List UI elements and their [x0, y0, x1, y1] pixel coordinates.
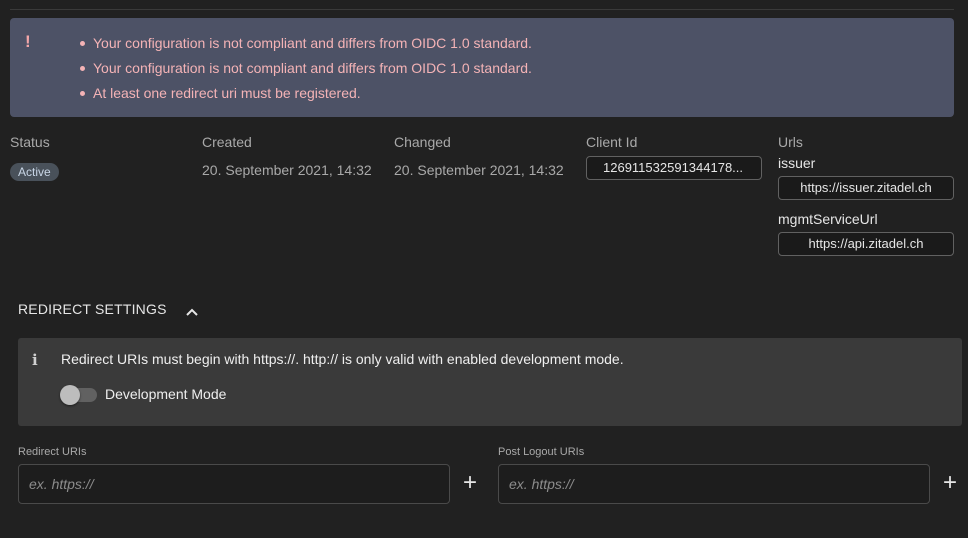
changed-column: Changed 20. September 2021, 14:32	[394, 134, 564, 178]
top-divider	[10, 9, 954, 10]
status-badge: Active	[10, 163, 59, 181]
created-label: Created	[202, 134, 252, 150]
client-id-copy-field[interactable]: 126911532591344178...	[586, 156, 762, 180]
changed-value: 20. September 2021, 14:32	[394, 162, 564, 178]
warning-item: Your configuration is not compliant and …	[80, 31, 532, 56]
mgmt-url-name: mgmtServiceUrl	[778, 211, 878, 227]
urls-column: Urls issuer https://issuer.zitadel.ch mg…	[778, 134, 954, 256]
toggle-knob	[60, 385, 80, 405]
client-id-label: Client Id	[586, 134, 638, 150]
compliance-warning-banner: ! Your configuration is not compliant an…	[10, 18, 954, 117]
development-mode-toggle[interactable]	[60, 385, 97, 405]
warning-item: At least one redirect uri must be regist…	[80, 81, 532, 106]
chevron-up-icon[interactable]	[185, 304, 199, 316]
redirect-uri-input[interactable]	[18, 464, 450, 504]
created-value: 20. September 2021, 14:32	[202, 162, 372, 178]
warning-item: Your configuration is not compliant and …	[80, 56, 532, 81]
development-mode-label: Development Mode	[105, 386, 227, 402]
status-label: Status	[10, 134, 50, 150]
issuer-url-copy-field[interactable]: https://issuer.zitadel.ch	[778, 176, 954, 200]
changed-label: Changed	[394, 134, 451, 150]
redirect-uris-label: Redirect URIs	[18, 446, 87, 458]
redirect-settings-title: REDIRECT SETTINGS	[18, 301, 167, 317]
warning-list: Your configuration is not compliant and …	[80, 31, 532, 106]
exclamation-icon: !	[25, 32, 31, 51]
info-icon: i	[32, 351, 38, 369]
urls-label: Urls	[778, 134, 803, 150]
post-logout-uri-input[interactable]	[498, 464, 930, 504]
issuer-url-name: issuer	[778, 155, 816, 171]
redirect-settings-header[interactable]: REDIRECT SETTINGS	[18, 301, 199, 317]
mgmt-url-copy-field[interactable]: https://api.zitadel.ch	[778, 232, 954, 256]
redirect-info-text: Redirect URIs must begin with https://. …	[61, 351, 624, 367]
client-id-column: Client Id 126911532591344178...	[586, 134, 762, 180]
created-column: Created 20. September 2021, 14:32	[202, 134, 372, 178]
add-redirect-uri-button[interactable]: +	[459, 471, 481, 495]
redirect-info-panel: i Redirect URIs must begin with https://…	[18, 338, 962, 426]
status-column: Status Active	[10, 134, 59, 181]
add-post-logout-uri-button[interactable]: +	[939, 471, 961, 495]
post-logout-uris-label: Post Logout URIs	[498, 446, 585, 458]
